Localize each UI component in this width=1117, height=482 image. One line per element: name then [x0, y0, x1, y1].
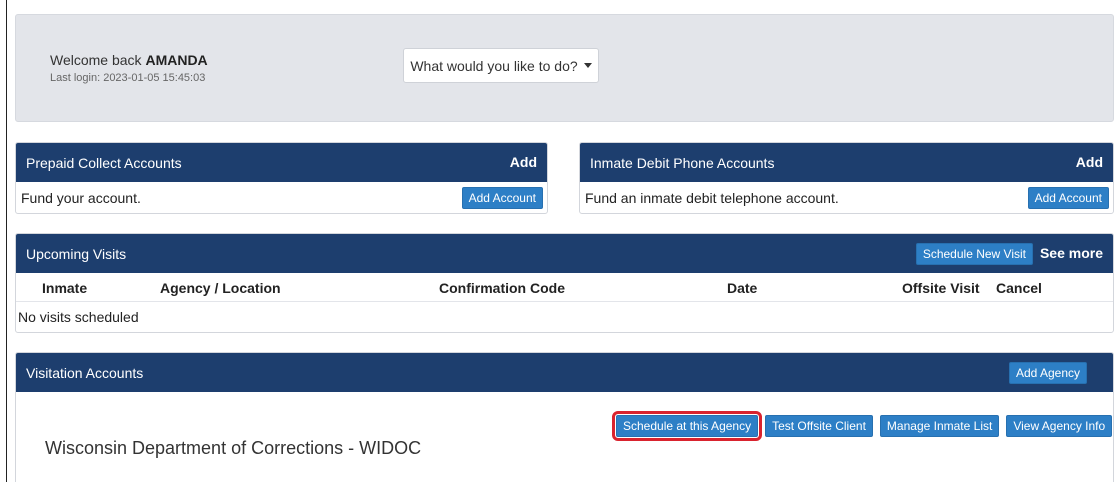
- column-inmate: Inmate: [42, 280, 88, 296]
- view-agency-info-button[interactable]: View Agency Info: [1006, 415, 1113, 437]
- user-name: AMANDA: [145, 52, 208, 68]
- inmate-debit-title: Inmate Debit Phone Accounts: [590, 154, 775, 171]
- see-more-link[interactable]: See more: [1040, 245, 1103, 261]
- schedule-new-visit-button[interactable]: Schedule New Visit: [915, 243, 1033, 265]
- prepaid-collect-title: Prepaid Collect Accounts: [26, 154, 182, 171]
- visitation-accounts-title: Visitation Accounts: [26, 364, 144, 381]
- upcoming-visits-title: Upcoming Visits: [26, 245, 127, 262]
- upcoming-visits-header: Upcoming Visits Schedule New Visit See m…: [16, 234, 1113, 273]
- visitation-accounts-panel: Visitation Accounts Add Agency Wisconsin…: [15, 352, 1114, 482]
- prepaid-collect-description: Fund your account.: [21, 190, 141, 206]
- schedule-at-agency-button[interactable]: Schedule at this Agency: [611, 411, 763, 441]
- welcome-panel: Welcome back AMANDA Last login: 2023-01-…: [15, 14, 1114, 122]
- window-frame-edge: [6, 0, 7, 482]
- inmate-debit-add-link[interactable]: Add: [1076, 154, 1103, 170]
- debit-add-account-button[interactable]: Add Account: [1027, 187, 1109, 209]
- welcome-greeting: Welcome back AMANDA: [50, 52, 208, 68]
- inmate-debit-body: Fund an inmate debit telephone account. …: [580, 182, 1113, 213]
- prepaid-collect-add-link[interactable]: Add: [510, 154, 537, 170]
- column-agency-location: Agency / Location: [160, 280, 281, 296]
- add-agency-button[interactable]: Add Agency: [1008, 362, 1087, 384]
- column-confirmation-code: Confirmation Code: [439, 280, 565, 296]
- prepaid-collect-body: Fund your account. Add Account: [16, 182, 547, 213]
- prepaid-collect-panel: Prepaid Collect Accounts Add Fund your a…: [15, 142, 548, 214]
- column-date: Date: [727, 280, 758, 296]
- caret-down-icon: [583, 63, 592, 68]
- test-offsite-client-button[interactable]: Test Offsite Client: [765, 415, 873, 437]
- prepaid-collect-header: Prepaid Collect Accounts Add: [16, 143, 547, 182]
- column-cancel: Cancel: [996, 280, 1042, 296]
- column-offsite-visit: Offsite Visit: [902, 280, 980, 296]
- agency-actions: Schedule at this Agency Test Offsite Cli…: [611, 411, 1113, 441]
- inmate-debit-description: Fund an inmate debit telephone account.: [585, 190, 839, 206]
- visits-table-header: Inmate Agency / Location Confirmation Co…: [16, 273, 1113, 302]
- agency-row: Wisconsin Department of Corrections - WI…: [16, 392, 1113, 482]
- no-visits-message: No visits scheduled: [18, 308, 139, 325]
- visitation-accounts-header: Visitation Accounts Add Agency: [16, 353, 1113, 392]
- prepaid-add-account-button[interactable]: Add Account: [461, 187, 543, 209]
- agency-name: Wisconsin Department of Corrections - WI…: [45, 438, 422, 458]
- inmate-debit-header: Inmate Debit Phone Accounts Add: [580, 143, 1113, 182]
- action-dropdown-label: What would you like to do?: [410, 57, 578, 74]
- manage-inmate-list-button[interactable]: Manage Inmate List: [879, 415, 1000, 437]
- action-dropdown-button[interactable]: What would you like to do?: [403, 48, 599, 83]
- last-login: Last login: 2023-01-05 15:45:03: [50, 72, 206, 84]
- inmate-debit-panel: Inmate Debit Phone Accounts Add Fund an …: [579, 142, 1114, 214]
- upcoming-visits-panel: Upcoming Visits Schedule New Visit See m…: [15, 233, 1114, 333]
